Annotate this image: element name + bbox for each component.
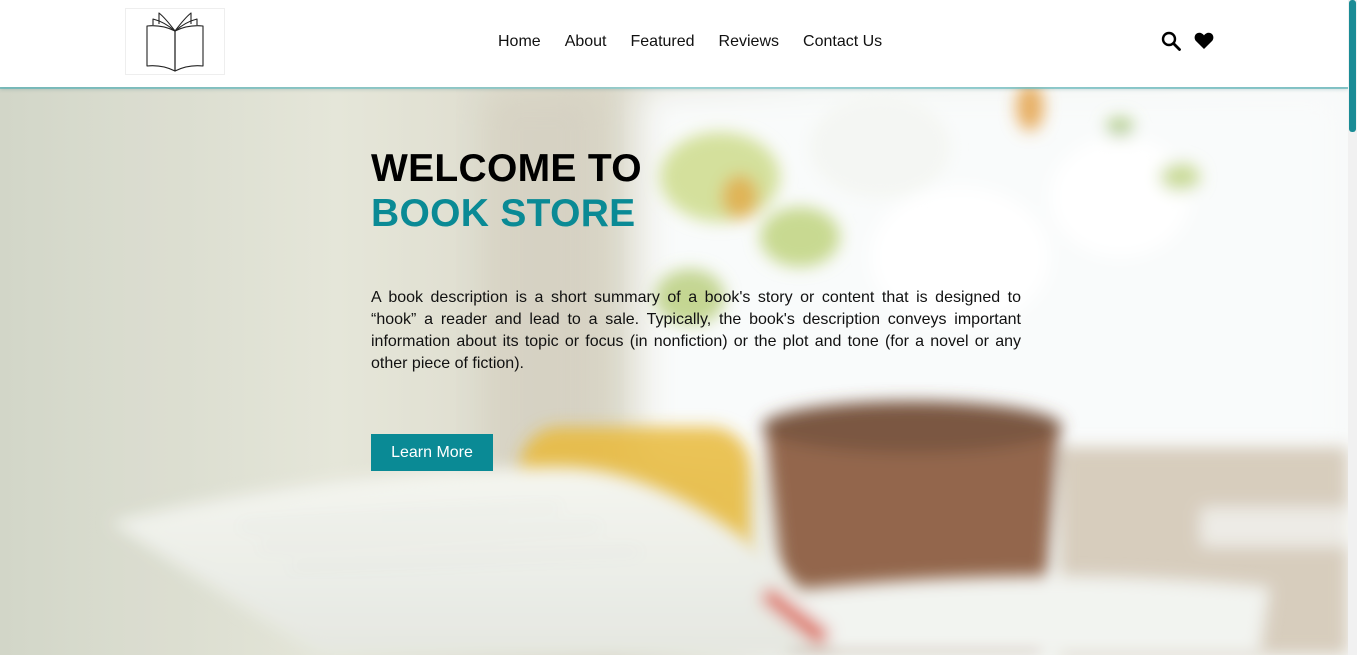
site-header: Home About Featured Reviews Contact Us (0, 0, 1348, 89)
hero-title-line1: WELCOME TO (371, 147, 642, 190)
nav-reviews-link[interactable]: Reviews (707, 31, 791, 53)
hero-description: A book description is a short summary of… (371, 289, 1021, 372)
header-actions (1160, 30, 1214, 51)
search-icon[interactable] (1160, 30, 1181, 51)
open-book-logo-icon (146, 11, 204, 72)
nav-contact-link[interactable]: Contact Us (791, 31, 894, 53)
hero-title-line2: BOOK STORE (371, 192, 636, 235)
heart-icon[interactable] (1193, 30, 1214, 51)
hero-content: WELCOME TO BOOK STORE A book description… (371, 147, 1021, 375)
hero-section: WELCOME TO BOOK STORE A book description… (0, 87, 1348, 655)
page-scrollbar[interactable] (1348, 0, 1357, 655)
scrollbar-thumb[interactable] (1349, 0, 1356, 132)
nav-featured-link[interactable]: Featured (619, 31, 707, 53)
main-nav: Home About Featured Reviews Contact Us (486, 31, 894, 53)
learn-more-button[interactable]: Learn More (371, 434, 493, 471)
nav-about-link[interactable]: About (553, 31, 619, 53)
page: Home About Featured Reviews Contact Us W… (0, 0, 1357, 655)
nav-home-link[interactable]: Home (486, 31, 553, 53)
logo[interactable] (125, 8, 225, 75)
